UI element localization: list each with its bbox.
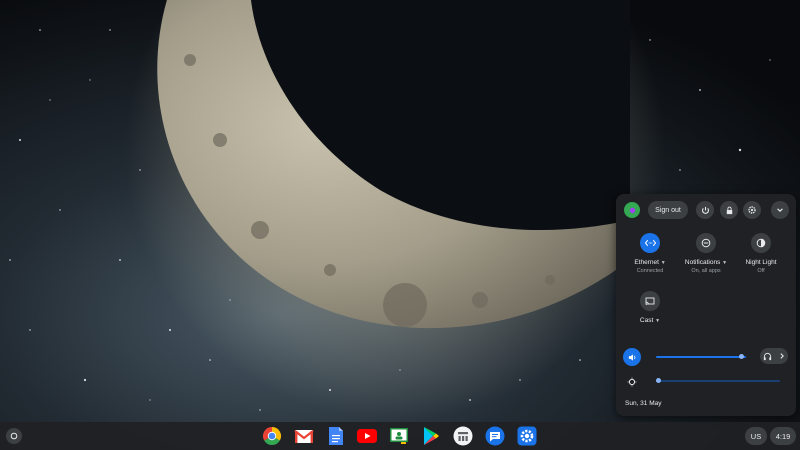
notifications-status: On, all apps [691,268,721,274]
caret-down-icon: ▼ [660,260,666,266]
ethernet-pod[interactable]: Ethernet ▼ Connected [620,233,680,274]
cast-icon [645,297,655,305]
mute-button[interactable] [623,348,641,366]
night-light-toggle[interactable] [751,233,771,253]
classroom-app-icon[interactable] [389,426,409,446]
night-light-label: Night Light [745,259,777,266]
volume-icon [628,353,635,361]
caret-down-icon: ▼ [655,318,661,324]
brightness-icon [627,377,637,387]
settings-icon [517,426,537,446]
volume-slider[interactable] [656,356,746,358]
settings-button[interactable] [743,201,761,219]
youtube-icon [357,429,377,443]
play-store-app-icon[interactable] [421,426,441,446]
notifications-label: Notifications [684,259,721,266]
night-light-pod[interactable]: Night Light Off [731,233,791,274]
date-label: Sun, 31 May [625,400,662,407]
settings-app-icon[interactable] [517,426,537,446]
audio-settings-button[interactable] [760,348,788,364]
ethernet-icon [644,239,656,247]
cast-toggle[interactable] [640,291,660,311]
chrome-app-icon[interactable] [262,426,282,446]
chevron-right-icon [780,353,784,359]
cast-pod[interactable]: Cast ▼ [620,291,680,324]
play-store-icon [424,427,439,445]
ethernet-label: Ethernet [634,259,659,266]
docs-icon [329,427,343,445]
brightness-slider-handle[interactable] [655,378,661,383]
chevron-down-icon [777,208,783,212]
lock-icon [726,206,732,214]
gmail-app-icon[interactable] [294,426,314,446]
messages-icon [485,426,505,446]
notifications-pod[interactable]: Notifications ▼ On, all apps [676,233,736,274]
power-button[interactable] [696,201,714,219]
docs-app-icon[interactable] [326,426,346,446]
volume-slider-handle[interactable] [739,354,744,359]
calculator-icon [453,426,473,446]
power-icon [701,206,709,214]
brightness-slider[interactable] [656,380,780,382]
notifications-toggle[interactable] [696,233,716,253]
ethernet-status: Connected [636,268,664,274]
classroom-icon [390,428,408,444]
lock-button[interactable] [720,201,738,219]
ethernet-toggle[interactable] [640,233,660,253]
night-light-status: Off [757,268,765,274]
cast-label: Cast [639,317,654,324]
avatar-icon [629,207,635,213]
chrome-icon [262,427,282,446]
launcher-button[interactable] [6,428,22,444]
calculator-app-icon[interactable] [453,426,473,446]
gear-icon [748,206,756,214]
system-tray-time[interactable]: 4:19 [770,427,796,445]
sign-out-button[interactable]: Sign out [648,201,688,219]
launcher-icon [10,432,18,440]
brightness-button [623,373,641,391]
collapse-button[interactable] [771,201,789,219]
youtube-app-icon[interactable] [357,426,377,446]
messages-app-icon[interactable] [485,426,505,446]
caret-down-icon: ▼ [722,260,728,266]
do-not-disturb-icon [701,238,711,248]
headphones-icon [764,352,772,360]
gmail-icon [294,430,314,443]
night-light-icon [756,238,766,248]
user-avatar[interactable] [624,202,640,218]
ime-menu-button[interactable]: US [745,427,767,445]
